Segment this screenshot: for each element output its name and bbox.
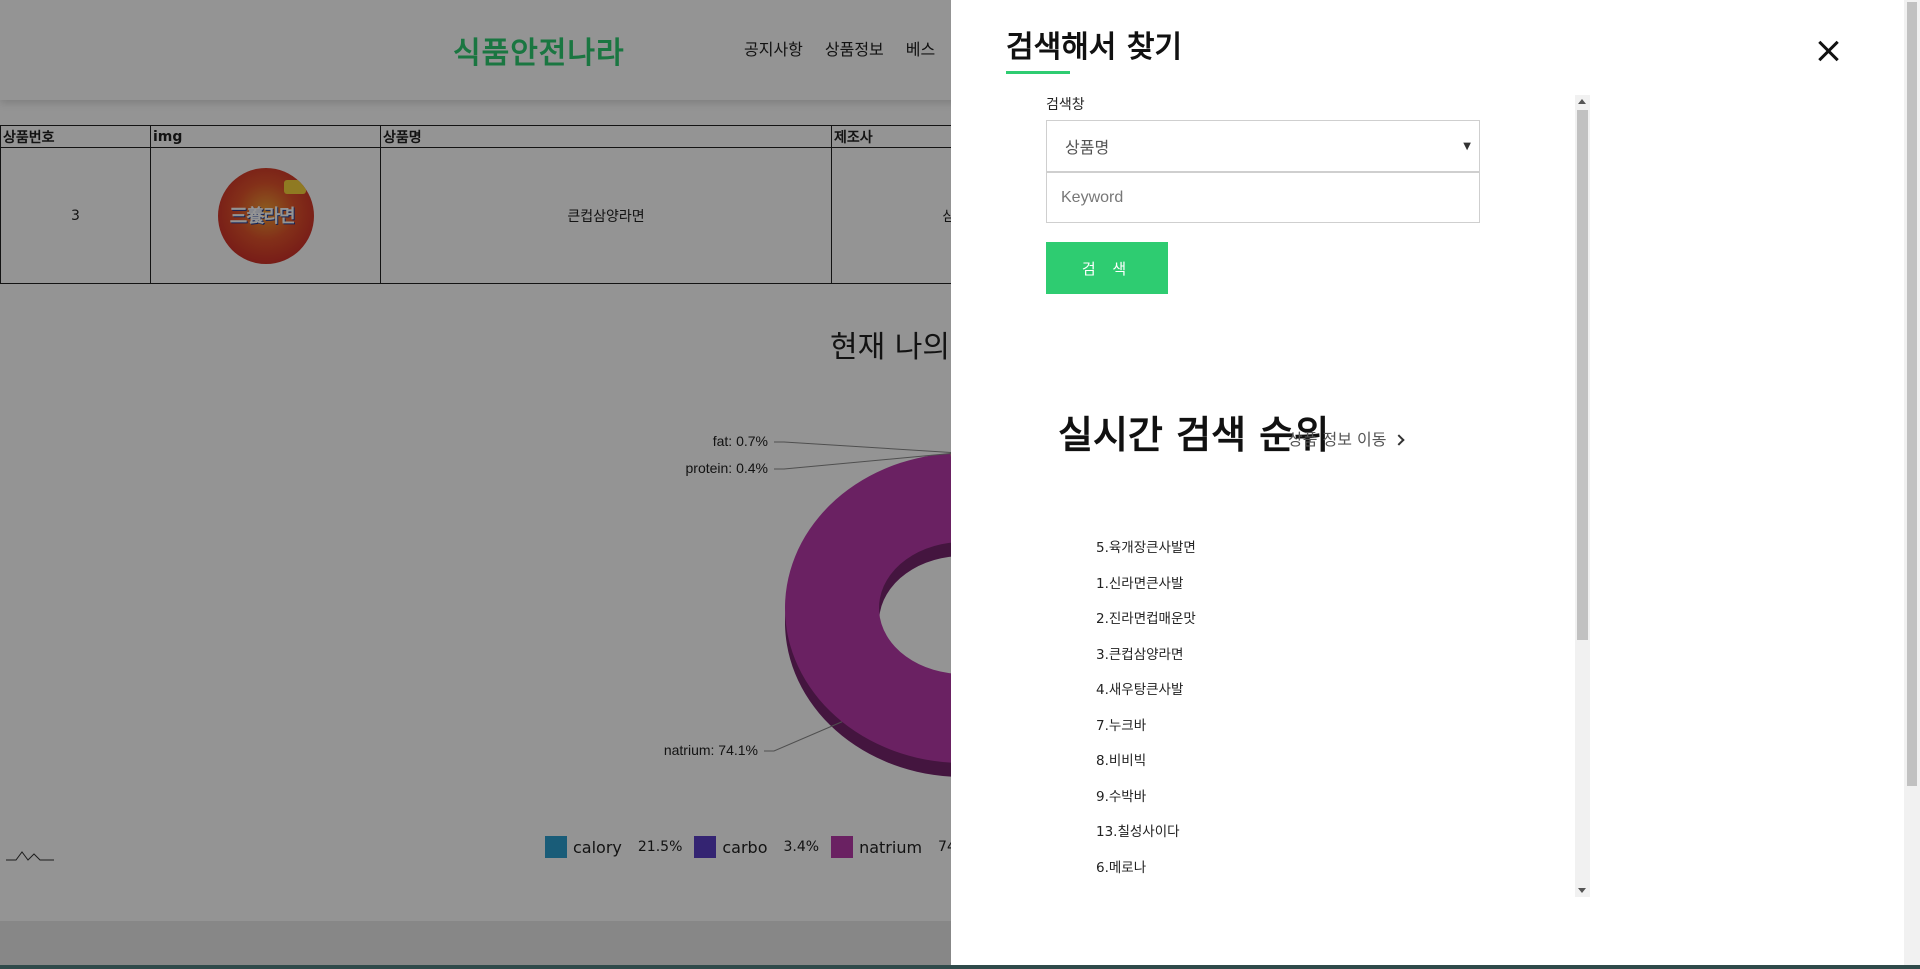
- realtime-rank-list: 5.육개장큰사발면 1.신라면큰사발 2.진라면컵매운맛 3.큰컵삼양라면 4.…: [1096, 536, 1196, 891]
- bottom-edge: [0, 965, 1920, 969]
- panel-title-underline: [1006, 71, 1070, 74]
- panel-scrollbar-thumb[interactable]: [1577, 110, 1588, 640]
- close-icon[interactable]: [1813, 36, 1843, 66]
- rank-item[interactable]: 9.수박바: [1096, 785, 1196, 821]
- product-info-link[interactable]: 상품 정보 이동: [1288, 426, 1405, 450]
- search-label: 검색창: [1046, 97, 1085, 113]
- panel-scroll-area[interactable]: 검색창 상품명 ▼ 검 색 실시간 검색 순위 상품 정보 이동 5.육개장큰사…: [1026, 92, 1543, 896]
- product-info-link-label: 상품 정보 이동: [1288, 430, 1387, 449]
- rank-item[interactable]: 8.비비빅: [1096, 749, 1196, 785]
- rank-item[interactable]: 1.신라면큰사발: [1096, 572, 1196, 608]
- search-type-select[interactable]: 상품명 ▼: [1046, 120, 1480, 172]
- scroll-down-arrow-icon[interactable]: [1578, 888, 1586, 893]
- keyword-input[interactable]: [1046, 172, 1480, 223]
- rank-item[interactable]: 5.육개장큰사발면: [1096, 536, 1196, 572]
- chevron-down-icon: ▼: [1463, 141, 1471, 152]
- rank-item[interactable]: 2.진라면컵매운맛: [1096, 607, 1196, 643]
- window-scrollbar-thumb[interactable]: [1907, 2, 1917, 786]
- panel-title: 검색해서 찾기: [1006, 30, 1183, 65]
- panel-scrollbar[interactable]: [1575, 95, 1590, 897]
- search-button[interactable]: 검 색: [1046, 242, 1168, 294]
- rank-item[interactable]: 7.누크바: [1096, 714, 1196, 750]
- search-type-value: 상품명: [1065, 138, 1110, 157]
- rank-item[interactable]: 3.큰컵삼양라면: [1096, 643, 1196, 679]
- scroll-up-arrow-icon[interactable]: [1578, 99, 1586, 104]
- rank-item[interactable]: 4.새우탕큰사발: [1096, 678, 1196, 714]
- rank-item[interactable]: 6.메로나: [1096, 856, 1196, 892]
- rank-item[interactable]: 13.칠성사이다: [1096, 820, 1196, 856]
- chevron-right-icon: [1392, 434, 1405, 446]
- search-panel: 검색해서 찾기 검색창 상품명 ▼ 검 색 실시간 검색 순위 상품 정보 이동…: [951, 0, 1920, 969]
- window-scrollbar[interactable]: [1904, 0, 1920, 969]
